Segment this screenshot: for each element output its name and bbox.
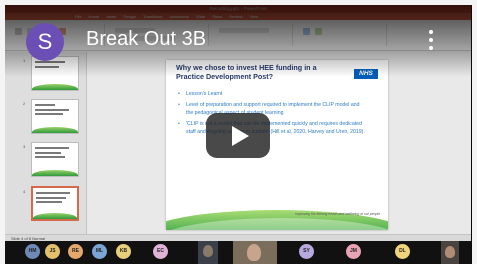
participant-avatar: ML: [92, 244, 107, 259]
participant-avatar: RE: [68, 244, 83, 259]
participant-video: [441, 241, 459, 264]
participant-video: [198, 241, 218, 264]
participant-avatar: JS: [45, 244, 60, 259]
slide-thumbnail-selected[interactable]: [31, 186, 79, 221]
slide-bullet: Lesson's Learnt: [178, 90, 368, 99]
participant-avatar: HM: [25, 244, 40, 259]
participant-avatar: DL: [395, 244, 410, 259]
participant-video-active: [233, 241, 277, 264]
channel-avatar[interactable]: S: [26, 23, 64, 61]
current-slide: Why we chose to invest HEE funding in a …: [166, 60, 388, 230]
play-icon[interactable]: [206, 113, 270, 158]
video-title[interactable]: Break Out 3B: [86, 28, 206, 51]
slide-thumbnails-pane[interactable]: 1 2 3 4: [5, 52, 87, 234]
participant-avatar: JM: [346, 244, 361, 259]
more-vert-icon[interactable]: [428, 30, 434, 54]
slide-thumbnail[interactable]: [31, 142, 79, 177]
slide-thumbnail[interactable]: [31, 99, 79, 134]
powerpoint-status-bar: Slide 4 of 8 Normal: [5, 234, 471, 241]
participant-avatar: EC: [153, 244, 168, 259]
title-gradient: [5, 5, 471, 77]
participant-strip: HM JS RE ML KB EC SY JM DL: [5, 241, 471, 264]
slide-bullet: Level of preparation and support require…: [178, 101, 368, 118]
participant-avatar: KB: [116, 244, 131, 259]
participant-avatar: SY: [299, 244, 314, 259]
slide-footer-text: Improving the lifelong health and wellbe…: [295, 212, 380, 216]
